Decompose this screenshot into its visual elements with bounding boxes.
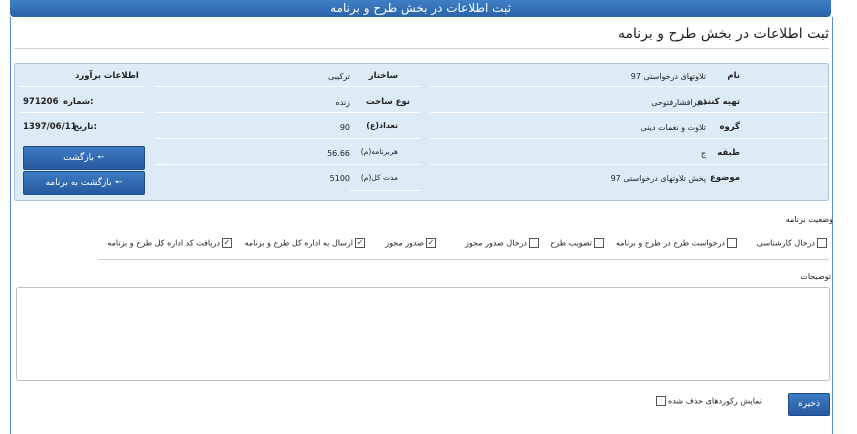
total-duration-label: مدت کل(م) <box>360 173 398 182</box>
divider <box>19 86 145 87</box>
divider <box>155 86 420 87</box>
per-program-value: 56.66 <box>327 149 350 158</box>
show-deleted-checkbox[interactable]: نمایش رکوردهای حذف شده <box>656 396 762 406</box>
info-panel: نام تلاوتهای درخواستی 97 تهیه کننده امیر… <box>14 63 829 201</box>
class-label: طبقه <box>717 148 740 158</box>
divider <box>155 138 420 139</box>
divider <box>430 164 828 165</box>
arrow-left-icon: 🠔 <box>96 153 105 163</box>
divider <box>155 112 420 113</box>
checkbox-box[interactable]: ✓ <box>222 238 232 248</box>
page-title: ثبت اطلاعات در بخش طرح و برنامه <box>618 26 829 42</box>
checkbox-box[interactable] <box>817 238 827 248</box>
count-label: تعداد(ع) <box>366 121 398 130</box>
class-value: ج <box>700 149 706 158</box>
description-textarea[interactable] <box>16 287 830 381</box>
divider <box>19 112 145 113</box>
name-label: نام <box>727 71 740 81</box>
back-to-program-label: بازگشت به برنامه <box>45 178 112 188</box>
checkbox-box[interactable] <box>727 238 737 248</box>
description-title: توضیحات <box>800 272 831 281</box>
back-label: بازگشت <box>63 153 94 163</box>
save-button[interactable]: ذخیره <box>788 393 830 416</box>
divider <box>350 190 420 191</box>
date-value: 1397/06/11 <box>23 122 77 132</box>
window-title: ثبت اطلاعات در بخش طرح و برنامه <box>330 1 511 15</box>
total-duration-value: 5100 <box>329 174 350 183</box>
status-checkbox-issuing[interactable]: درحال صدور مجوز <box>465 238 539 248</box>
divider <box>430 86 828 87</box>
divider <box>155 164 420 165</box>
status-checkbox-request[interactable]: درخواست طرح در طرح و برنامه <box>616 238 737 248</box>
status-checkbox-received[interactable]: ✓دریافت کد اداره کل طرح و برنامه <box>107 238 232 248</box>
group-value: تلاوت و نغمات دینی <box>640 123 706 132</box>
arrow-left-icon: 🠔 <box>114 178 123 188</box>
number-label: شماره: <box>63 97 94 107</box>
build-type-label: نوع ساخت <box>366 97 410 107</box>
group-label: گروه <box>719 122 740 132</box>
count-value: 90 <box>339 123 350 132</box>
per-program-label: هربرنامه(م) <box>360 147 398 156</box>
checkbox-box[interactable]: ✓ <box>426 238 436 248</box>
status-title: وضعیت برنامه <box>785 215 833 224</box>
subject-label: موضوع <box>710 173 740 183</box>
status-checkbox-issued[interactable]: ✓صدور مجوز <box>385 238 436 248</box>
structure-label: ساختار <box>368 71 398 81</box>
estimate-label: اطلاعات برآورد <box>75 71 139 81</box>
back-to-program-button[interactable]: بازگشت به برنامه 🠔 <box>23 171 145 195</box>
checkbox-box[interactable] <box>594 238 604 248</box>
title-divider <box>14 48 829 49</box>
structure-value: ترکیبی <box>328 72 350 81</box>
checkbox-box[interactable]: ✓ <box>355 238 365 248</box>
checkbox-box[interactable] <box>529 238 539 248</box>
build-type-value: زنده <box>335 98 350 107</box>
producer-value: امیرافشارفتوحی <box>651 98 706 107</box>
number-value: 971206 <box>23 97 59 107</box>
subject-value: پخش تلاوتهای درخواستی 97 <box>610 174 706 183</box>
status-checkbox-approval[interactable]: تصویب طرح <box>550 238 604 248</box>
window-title-bar: ثبت اطلاعات در بخش طرح و برنامه <box>10 0 831 17</box>
status-divider <box>98 259 829 260</box>
name-value: تلاوتهای درخواستی 97 <box>630 72 706 81</box>
status-checkbox-sent[interactable]: ✓ارسال به اداره کل طرح و برنامه <box>245 238 365 248</box>
checkbox-box[interactable] <box>656 396 666 406</box>
back-button[interactable]: بازگشت 🠔 <box>23 146 145 170</box>
divider <box>430 112 828 113</box>
status-checkbox-reviewing[interactable]: درحال کارشناسی <box>757 238 827 248</box>
divider <box>430 138 828 139</box>
